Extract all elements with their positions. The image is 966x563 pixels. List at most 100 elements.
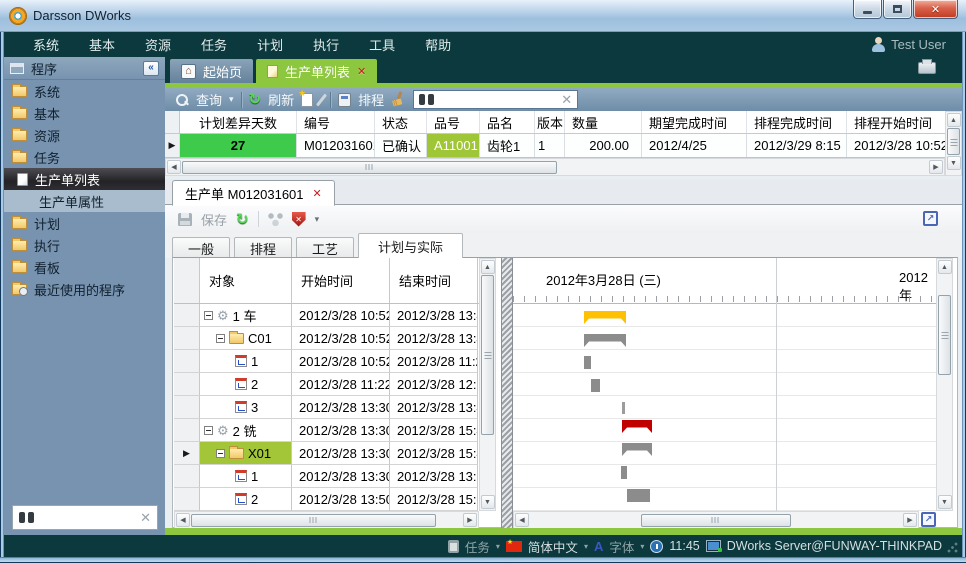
menu-system[interactable]: 系统 [18, 32, 74, 57]
tree-row-op-1b[interactable]: 1 2012/3/28 13:30 2012/3/28 13:50 [174, 465, 479, 488]
sidebar-item-kanban[interactable]: 看板 [4, 256, 165, 278]
menu-tools[interactable]: 工具 [354, 32, 410, 57]
col-sched-finish[interactable]: 排程完成时间 [747, 111, 847, 133]
scroll-left-icon[interactable]: ◀ [176, 513, 190, 527]
scroll-down-icon[interactable]: ▼ [938, 495, 952, 509]
tree-row-resource-c01[interactable]: C01 2012/3/28 10:52 2012/3/28 13:40 [174, 327, 479, 350]
detail-tab-close-icon[interactable]: ✕ [313, 187, 322, 200]
open-in-window-icon[interactable]: ↗ [923, 211, 938, 226]
sidebar-item-recent-programs[interactable]: 最近使用的程序 [4, 278, 165, 300]
gantt-chart-area[interactable] [513, 304, 936, 511]
gantt-bar-task[interactable] [591, 379, 600, 392]
scrollbar-thumb[interactable] [938, 295, 951, 375]
tree-row-op-3[interactable]: 3 2012/3/28 13:30 2012/3/28 13:40 [174, 396, 479, 419]
collapse-expander-icon[interactable] [204, 426, 213, 435]
save-button[interactable]: 保存 [201, 210, 227, 229]
col-qty[interactable]: 数量 [565, 111, 642, 133]
scroll-down-icon[interactable]: ▼ [947, 156, 961, 170]
refresh-button[interactable]: 刷新 [268, 90, 294, 109]
detail-tab-production-order[interactable]: 生产单 M012031601 ✕ [172, 180, 335, 206]
tab-close-icon[interactable]: ✕ [357, 65, 366, 78]
scroll-up-icon[interactable]: ▲ [481, 260, 495, 274]
language-dropdown-icon[interactable]: ▾ [584, 542, 588, 551]
printer-icon[interactable] [918, 62, 936, 74]
tree-row-machine-1[interactable]: ⚙1 车 2012/3/28 10:52 2012/3/28 13:40 [174, 304, 479, 327]
gantt-bar-task[interactable] [621, 466, 627, 479]
subtab-plan-vs-actual[interactable]: 计划与实际 [358, 233, 463, 258]
status-task[interactable]: 任务 [465, 537, 490, 556]
tree-vertical-scrollbar[interactable]: ▲ ▼ [479, 258, 496, 511]
sidebar-item-production-order-props[interactable]: 生产单属性 [4, 190, 165, 212]
col-item-name[interactable]: 品名 [480, 111, 535, 133]
gantt-bar-task[interactable] [622, 402, 625, 414]
col-status[interactable]: 状态 [375, 111, 427, 133]
scrollbar-thumb[interactable] [182, 161, 557, 174]
gantt-bar-task[interactable] [584, 356, 591, 369]
sidebar-item-resource[interactable]: 资源 [4, 124, 165, 146]
validate-shield-icon[interactable]: ✕ [292, 212, 306, 227]
tab-start-page[interactable]: ⌂ 起始页 [170, 59, 253, 83]
menu-help[interactable]: 帮助 [410, 32, 466, 57]
grid-horizontal-scrollbar[interactable]: ◀ ▶ [165, 158, 945, 176]
gantt-bar-summary[interactable] [584, 311, 626, 324]
subtab-process[interactable]: 工艺 [296, 237, 354, 258]
collapse-expander-icon[interactable] [216, 334, 225, 343]
query-button[interactable]: 查询 [196, 90, 222, 109]
close-button[interactable]: ✕ [913, 0, 958, 19]
sidebar-item-system[interactable]: 系统 [4, 80, 165, 102]
collapse-expander-icon[interactable] [204, 311, 213, 320]
gantt-vertical-scrollbar[interactable]: ▲ ▼ [936, 258, 953, 511]
minimize-button[interactable] [853, 0, 882, 19]
grid-data-row[interactable]: ▶ 27 M012031601 已确认 A11001 齿轮1 1 200.00 … [165, 134, 945, 158]
gantt-horizontal-scrollbar[interactable]: ◀ ▶ [513, 511, 919, 529]
status-font[interactable]: 字体 [609, 537, 634, 556]
sidebar-search-input[interactable] [39, 510, 135, 525]
current-user[interactable]: Test User [872, 32, 946, 57]
tree-col-end[interactable]: 结束时间 [390, 258, 478, 303]
tab-production-order-list[interactable]: 生产单列表 ✕ [256, 59, 377, 83]
collapse-expander-icon[interactable] [216, 449, 225, 458]
col-expect-finish[interactable]: 期望完成时间 [642, 111, 747, 133]
toolbar-search-input[interactable] [439, 92, 556, 107]
scroll-up-icon[interactable]: ▲ [947, 113, 961, 127]
splitter-handle[interactable] [501, 258, 513, 528]
scroll-down-icon[interactable]: ▼ [481, 495, 495, 509]
refresh-icon[interactable]: ↻ [249, 92, 262, 107]
gantt-bar-summary[interactable] [622, 420, 652, 433]
tree-col-object[interactable]: 对象 [200, 258, 292, 303]
tree-row-op-1[interactable]: 1 2012/3/28 10:52 2012/3/28 11:22 [174, 350, 479, 373]
scroll-right-icon[interactable]: ▶ [463, 513, 477, 527]
col-item-no[interactable]: 品号 [427, 111, 480, 133]
gantt-bar-summary[interactable] [622, 443, 652, 456]
tree-col-start[interactable]: 开始时间 [292, 258, 390, 303]
maximize-button[interactable] [883, 0, 912, 19]
menu-task[interactable]: 任务 [186, 32, 242, 57]
resize-grip[interactable] [947, 542, 958, 553]
tree-row-resource-x01-selected[interactable]: ▶ X01 2012/3/28 13:30 2012/3/28 15:40 [174, 442, 479, 465]
scroll-left-icon[interactable]: ◀ [515, 513, 529, 527]
shield-dropdown-icon[interactable]: ▾ [315, 214, 320, 225]
scroll-right-icon[interactable]: ▶ [929, 160, 943, 174]
tree-horizontal-scrollbar[interactable]: ◀ ▶ [174, 511, 479, 529]
col-code[interactable]: 编号 [297, 111, 375, 133]
tree-row-op-2b[interactable]: 2 2012/3/28 13:50 2012/3/28 15:30 [174, 488, 479, 511]
font-dropdown-icon[interactable]: ▾ [640, 542, 644, 551]
menu-basic[interactable]: 基本 [74, 32, 130, 57]
new-document-icon[interactable]: ★ [301, 93, 313, 107]
menu-execute[interactable]: 执行 [298, 32, 354, 57]
subtab-schedule[interactable]: 排程 [234, 237, 292, 258]
schedule-button[interactable]: 排程 [358, 90, 384, 109]
sidebar-item-execute[interactable]: 执行 [4, 234, 165, 256]
refresh-icon[interactable]: ↻ [236, 212, 249, 227]
col-sched-start[interactable]: 排程开始时间 [847, 111, 945, 133]
gantt-bar-summary[interactable] [584, 334, 626, 347]
scrollbar-thumb[interactable] [481, 275, 494, 435]
scrollbar-thumb[interactable] [641, 514, 791, 527]
scroll-up-icon[interactable]: ▲ [938, 260, 952, 274]
scrollbar-thumb[interactable] [191, 514, 436, 527]
sidebar-item-basic[interactable]: 基本 [4, 102, 165, 124]
subtab-general[interactable]: 一般 [172, 237, 230, 258]
gantt-bar-task[interactable] [627, 489, 650, 502]
tree-row-op-2[interactable]: 2 2012/3/28 11:22 2012/3/28 12:00 [174, 373, 479, 396]
clear-search-icon[interactable]: ✕ [140, 510, 151, 526]
